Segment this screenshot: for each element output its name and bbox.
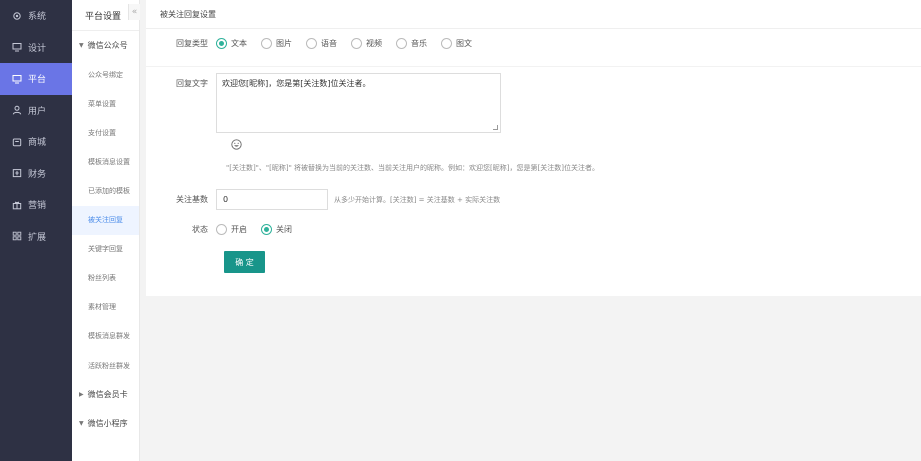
radio-label: 语音 bbox=[321, 39, 337, 48]
radio-label: 音乐 bbox=[411, 39, 427, 48]
nav-item-design[interactable]: 设计 bbox=[0, 32, 72, 64]
reply-text-label: 回复文字 bbox=[176, 79, 208, 88]
nav-label: 系统 bbox=[28, 12, 47, 23]
radio-checked-icon bbox=[261, 224, 272, 235]
main-nav: 系统 设计 平台 用户 商城 财务 营销 扩展 bbox=[0, 0, 72, 461]
chevron-down-icon: ▼ bbox=[79, 420, 84, 428]
gift-icon bbox=[12, 200, 22, 210]
radio-unchecked-icon bbox=[216, 224, 227, 235]
submenu-item-fans-list[interactable]: 粉丝列表 bbox=[72, 264, 139, 293]
nav-item-marketing[interactable]: 营销 bbox=[0, 189, 72, 221]
reply-type-image-radio[interactable]: 图片 bbox=[261, 38, 292, 49]
submenu-group-wechat-mp[interactable]: ▼ 微信公众号 bbox=[72, 31, 139, 60]
nav-label: 扩展 bbox=[28, 232, 47, 243]
reply-type-news-radio[interactable]: 图文 bbox=[441, 38, 472, 49]
nav-label: 财务 bbox=[28, 169, 47, 180]
reply-type-video-radio[interactable]: 视频 bbox=[351, 38, 382, 49]
radio-label: 关闭 bbox=[276, 225, 292, 234]
submenu-item-template-msg-settings[interactable]: 模板消息设置 bbox=[72, 147, 139, 176]
submenu-header: 平台设置 « bbox=[72, 0, 140, 31]
shop-icon bbox=[12, 137, 22, 147]
wallet-icon bbox=[12, 168, 22, 178]
status-row: 状态 开启 关闭 bbox=[146, 224, 306, 235]
reply-text-textarea[interactable]: 欢迎您[昵称]，您是第[关注数]位关注者。 bbox=[216, 73, 501, 133]
reply-text-row: 回复文字 欢迎您[昵称]，您是第[关注数]位关注者。 bbox=[146, 73, 501, 133]
reply-type-row: 回复类型 文本 图片 语音 视频 音乐 图文 bbox=[146, 38, 486, 49]
monitor-icon bbox=[12, 42, 22, 52]
reply-type-label: 回复类型 bbox=[176, 39, 208, 48]
chevron-right-icon: ▶ bbox=[79, 391, 84, 399]
radio-label: 图片 bbox=[276, 39, 292, 48]
follow-base-label: 关注基数 bbox=[176, 195, 208, 204]
nav-label: 平台 bbox=[28, 75, 47, 86]
reply-type-voice-radio[interactable]: 语音 bbox=[306, 38, 337, 49]
submenu-group-member-card[interactable]: ▶ 微信会员卡 bbox=[72, 380, 139, 409]
gear-icon bbox=[12, 11, 22, 21]
submenu-item-keyword-reply[interactable]: 关键字回复 bbox=[72, 235, 139, 264]
nav-item-extend[interactable]: 扩展 bbox=[0, 221, 72, 253]
submenu-item-mp-binding[interactable]: 公众号绑定 bbox=[72, 60, 139, 89]
nav-item-platform[interactable]: 平台 bbox=[0, 63, 72, 95]
submit-button[interactable]: 确 定 bbox=[224, 251, 265, 273]
status-on-radio[interactable]: 开启 bbox=[216, 224, 247, 235]
nav-label: 用户 bbox=[28, 106, 47, 117]
nav-label: 营销 bbox=[28, 201, 47, 212]
nav-item-users[interactable]: 用户 bbox=[0, 95, 72, 127]
status-label: 状态 bbox=[192, 225, 208, 234]
radio-unchecked-icon bbox=[351, 38, 362, 49]
settings-panel: 被关注回复设置 回复类型 文本 图片 语音 视频 音乐 图文 回复文字 欢迎您[… bbox=[146, 0, 921, 296]
nav-item-finance[interactable]: 财务 bbox=[0, 158, 72, 190]
nav-item-shop[interactable]: 商城 bbox=[0, 126, 72, 158]
submenu-item-template-broadcast[interactable]: 模板消息群发 bbox=[72, 322, 139, 351]
radio-unchecked-icon bbox=[441, 38, 452, 49]
nav-item-system[interactable]: 系统 bbox=[0, 0, 72, 32]
emoji-icon[interactable] bbox=[231, 139, 242, 150]
user-icon bbox=[12, 105, 22, 115]
submenu-group-label: 微信小程序 bbox=[87, 419, 128, 429]
submenu-group-label: 微信会员卡 bbox=[87, 390, 128, 400]
chevron-down-icon: ▼ bbox=[79, 42, 84, 50]
monitor-icon bbox=[12, 74, 22, 84]
nav-label: 设计 bbox=[28, 43, 47, 54]
status-off-radio[interactable]: 关闭 bbox=[261, 224, 292, 235]
submenu-item-added-templates[interactable]: 已添加的模板 bbox=[72, 176, 139, 205]
follow-base-row: 关注基数 0 从多少开始计算。[关注数] = 关注基数 + 实际关注数 bbox=[146, 189, 500, 210]
grid-icon bbox=[12, 231, 22, 241]
follow-base-value: 0 bbox=[223, 195, 229, 204]
submenu-title: 平台设置 bbox=[85, 11, 122, 22]
resize-handle-icon[interactable] bbox=[493, 125, 498, 130]
radio-label: 文本 bbox=[231, 39, 247, 48]
radio-unchecked-icon bbox=[306, 38, 317, 49]
follow-base-input[interactable]: 0 bbox=[216, 189, 328, 210]
nav-label: 商城 bbox=[28, 138, 47, 149]
reply-text-value: 欢迎您[昵称]，您是第[关注数]位关注者。 bbox=[222, 79, 371, 88]
submenu-item-follow-reply[interactable]: 被关注回复 bbox=[72, 205, 139, 235]
submenu-item-material[interactable]: 素材管理 bbox=[72, 293, 139, 322]
submenu-item-menu-settings[interactable]: 菜单设置 bbox=[72, 89, 139, 118]
reply-type-music-radio[interactable]: 音乐 bbox=[396, 38, 427, 49]
follow-base-tip: 从多少开始计算。[关注数] = 关注基数 + 实际关注数 bbox=[334, 195, 501, 204]
page-title: 被关注回复设置 bbox=[146, 0, 921, 29]
radio-unchecked-icon bbox=[261, 38, 272, 49]
radio-checked-icon bbox=[216, 38, 227, 49]
reply-type-text-radio[interactable]: 文本 bbox=[216, 38, 247, 49]
submenu-item-active-fans-broadcast[interactable]: 活跃粉丝群发 bbox=[72, 351, 139, 380]
submenu-item-payment-settings[interactable]: 支付设置 bbox=[72, 118, 139, 147]
collapse-icon[interactable]: « bbox=[128, 4, 140, 20]
radio-label: 图文 bbox=[456, 39, 472, 48]
reply-text-hint: "[关注数]"、"[昵称]" 将被替换为当前的关注数、当前关注用户的昵称。例如：… bbox=[226, 164, 599, 172]
radio-unchecked-icon bbox=[396, 38, 407, 49]
submenu-group-label: 微信公众号 bbox=[87, 41, 128, 51]
divider bbox=[146, 66, 921, 67]
submenu: 平台设置 « ▼ 微信公众号 公众号绑定 菜单设置 支付设置 模板消息设置 已添加… bbox=[72, 0, 140, 461]
submenu-group-mini-program[interactable]: ▼ 微信小程序 bbox=[72, 409, 139, 438]
radio-label: 开启 bbox=[231, 225, 247, 234]
radio-label: 视频 bbox=[366, 39, 382, 48]
